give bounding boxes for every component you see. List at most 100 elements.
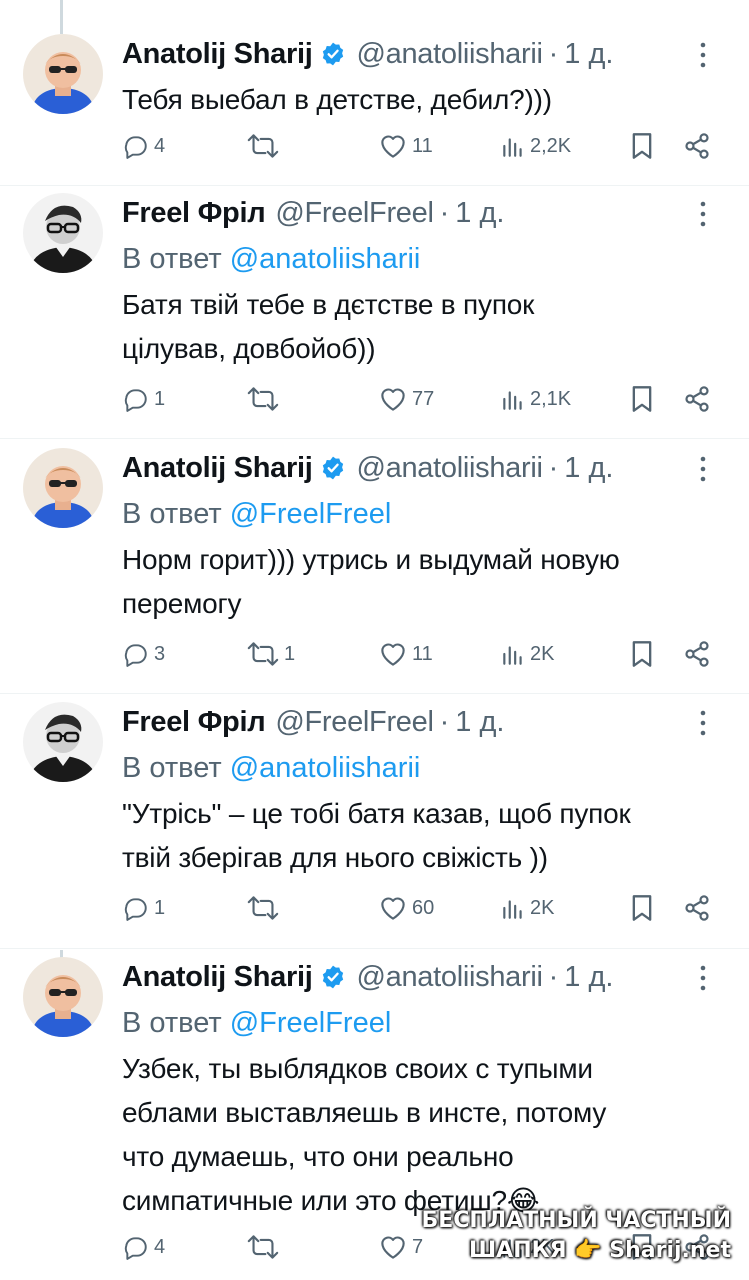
retweet-button[interactable]: 1	[246, 634, 295, 674]
avatar-anatolij[interactable]	[23, 957, 103, 1037]
heart-icon	[381, 388, 405, 411]
share-icon	[685, 386, 709, 412]
timestamp[interactable]: 1 д.	[455, 706, 504, 739]
views-button[interactable]: 2,2K	[500, 126, 571, 166]
share-button[interactable]	[683, 379, 711, 419]
reply-button[interactable]: 3	[122, 634, 165, 674]
share-button[interactable]	[683, 634, 711, 674]
retweet-button[interactable]	[246, 1227, 284, 1267]
reply-button[interactable]: 1	[122, 888, 165, 928]
thread-line	[60, 0, 63, 34]
retweet-button[interactable]	[246, 888, 284, 928]
author-name[interactable]: Anatolij Sharij	[122, 38, 313, 71]
reply-button[interactable]: 4	[122, 126, 165, 166]
share-button[interactable]	[683, 126, 711, 166]
timestamp[interactable]: 1 д.	[564, 452, 613, 485]
bookmark-button[interactable]	[630, 888, 654, 928]
tweet-text: Узбек, ты выблядков своих с тупыми еблам…	[122, 1047, 719, 1223]
view-count: 2,2K	[530, 134, 572, 157]
reply-to-link[interactable]: @FreelFreel	[230, 498, 392, 530]
reply-count: 1	[154, 896, 166, 919]
reply-count: 4	[154, 1235, 166, 1258]
tweet[interactable]: Anatolij Sharij @anatoliisharii · 1 д. В…	[0, 448, 749, 680]
tweet-text: Батя твій тебе в дєтстве в пупок цілував…	[122, 283, 719, 371]
bookmark-button[interactable]	[630, 379, 654, 419]
tweet-text: "Утрісь" – це тобі батя казав, щоб пупок…	[122, 792, 719, 880]
separator-dot: ·	[548, 451, 559, 484]
views-button[interactable]: 2K	[500, 634, 554, 674]
tweet[interactable]: Anatolij Sharij @anatoliisharii · 1 д. Т…	[0, 34, 749, 184]
tweet-text-line: "Утрісь" – це тобі батя казав, щоб пупок	[122, 798, 631, 829]
retweet-icon	[247, 387, 279, 411]
more-options-icon[interactable]	[687, 197, 719, 231]
like-count: 60	[412, 896, 435, 919]
reply-to-link[interactable]: @anatoliisharii	[230, 752, 421, 784]
author-name[interactable]: Freel Фріл	[122, 706, 266, 739]
watermark-line: ШАПКЯ 👉 Sharij.net	[469, 1238, 731, 1263]
verified-badge-icon	[320, 455, 346, 481]
view-count: 2,1K	[530, 387, 572, 410]
view-count: 2K	[530, 642, 555, 665]
reply-label: В ответ	[122, 752, 222, 784]
share-icon	[685, 133, 709, 159]
retweet-icon	[247, 1235, 279, 1259]
share-icon	[685, 895, 709, 921]
more-options-icon[interactable]	[687, 706, 719, 740]
tweet-text: Норм горит))) утрись и выдумай новую пер…	[122, 538, 719, 626]
tweet-divider	[0, 948, 749, 949]
tweet[interactable]: Freel Фріл @FreelFreel · 1 д. В ответ @an…	[0, 193, 749, 425]
like-count: 77	[412, 387, 435, 410]
like-count: 11	[412, 134, 433, 157]
reply-icon	[124, 644, 147, 667]
verified-badge-icon	[320, 964, 346, 990]
timestamp[interactable]: 1 д.	[564, 961, 613, 994]
author-handle[interactable]: @FreelFreel	[275, 706, 434, 739]
like-button[interactable]: 11	[378, 126, 433, 166]
timestamp[interactable]: 1 д.	[564, 38, 613, 71]
heart-icon	[381, 1236, 405, 1259]
bookmark-button[interactable]	[630, 126, 654, 166]
more-options-icon[interactable]	[687, 38, 719, 72]
share-button[interactable]	[683, 888, 711, 928]
avatar-freel[interactable]	[23, 193, 103, 273]
tweet-divider	[0, 185, 749, 186]
more-options-icon[interactable]	[687, 961, 719, 995]
author-name[interactable]: Freel Фріл	[122, 197, 266, 230]
like-button[interactable]: 11	[378, 634, 433, 674]
timestamp[interactable]: 1 д.	[455, 197, 504, 230]
avatar-anatolij[interactable]	[23, 34, 103, 114]
tweet-text-line: Норм горит))) утрись и выдумай новую	[122, 544, 620, 575]
separator-dot: ·	[439, 705, 450, 738]
avatar-freel[interactable]	[23, 702, 103, 782]
separator-dot: ·	[439, 196, 450, 229]
author-name[interactable]: Anatolij Sharij	[122, 961, 313, 994]
views-button[interactable]: 2K	[500, 888, 554, 928]
author-handle[interactable]: @anatoliisharii	[356, 961, 542, 994]
bookmark-button[interactable]	[630, 634, 654, 674]
reply-icon	[124, 898, 147, 921]
like-button[interactable]: 77	[378, 379, 434, 419]
reply-count: 3	[154, 642, 166, 665]
reply-button[interactable]: 1	[122, 379, 165, 419]
avatar-anatolij[interactable]	[23, 448, 103, 528]
reply-to-link[interactable]: @anatoliisharii	[230, 243, 421, 275]
watermark-line: БЕСПЛАТНЫЙ ЧАСТНЫЙ	[421, 1208, 731, 1233]
tweet-text-line: еблами выставляешь в инсте, потому	[122, 1097, 607, 1128]
like-button[interactable]: 7	[378, 1227, 423, 1267]
reply-button[interactable]: 4	[122, 1227, 165, 1267]
author-handle[interactable]: @anatoliisharii	[356, 38, 542, 71]
reply-to-link[interactable]: @FreelFreel	[230, 1007, 392, 1039]
reply-icon	[124, 389, 147, 412]
author-handle[interactable]: @anatoliisharii	[356, 452, 542, 485]
author-name[interactable]: Anatolij Sharij	[122, 452, 313, 485]
more-options-icon[interactable]	[687, 452, 719, 486]
retweet-icon	[247, 896, 279, 920]
tweet[interactable]: Freel Фріл @FreelFreel · 1 д. В ответ @an…	[0, 702, 749, 934]
reply-label: В ответ	[122, 1007, 222, 1039]
retweet-icon	[247, 642, 279, 666]
retweet-button[interactable]	[246, 379, 284, 419]
views-button[interactable]: 2,1K	[500, 379, 571, 419]
like-button[interactable]: 60	[378, 888, 434, 928]
author-handle[interactable]: @FreelFreel	[275, 197, 434, 230]
retweet-button[interactable]	[246, 126, 284, 166]
